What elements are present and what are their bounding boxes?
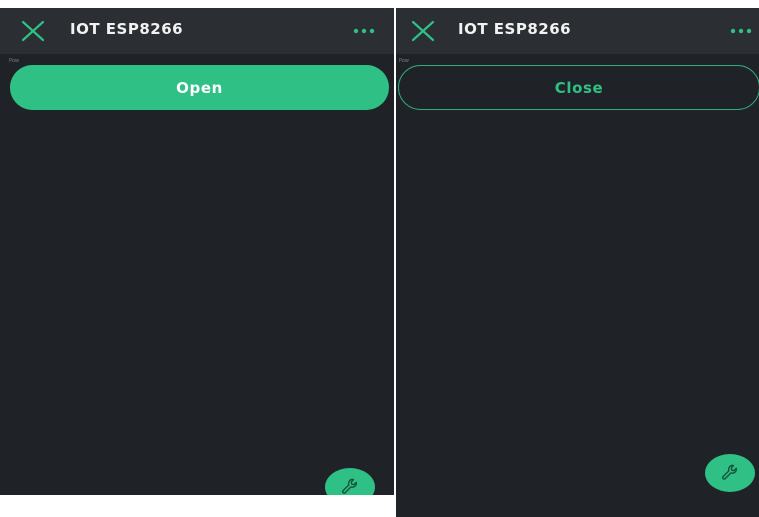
wrench-icon [342, 478, 358, 494]
app-bar: IOT ESP8266 [396, 8, 759, 54]
open-button-label: Open [176, 78, 223, 97]
close-icon[interactable] [410, 19, 436, 43]
more-icon[interactable] [729, 27, 753, 35]
wrench-icon [722, 464, 738, 480]
app-title: IOT ESP8266 [70, 20, 184, 38]
open-button[interactable]: Open [10, 65, 389, 110]
close-button[interactable]: Close [398, 65, 759, 110]
phone-screen-close: IOT ESP8266 Pow Close [396, 8, 759, 517]
close-button-label: Close [554, 78, 604, 97]
app-bar: IOT ESP8266 [0, 8, 394, 54]
phone-screen-open: IOT ESP8266 Pow Open [0, 8, 394, 495]
app-title: IOT ESP8266 [458, 20, 572, 38]
screenshot-stage: IOT ESP8266 Pow Open IOT ESP8266 Pow Clo… [0, 0, 759, 517]
widget-label: Pow [9, 58, 19, 64]
settings-fab-button[interactable] [705, 454, 755, 492]
close-icon[interactable] [20, 19, 46, 43]
widget-label: Pow [399, 58, 409, 64]
more-icon[interactable] [352, 27, 376, 35]
settings-fab-button[interactable] [325, 468, 375, 495]
